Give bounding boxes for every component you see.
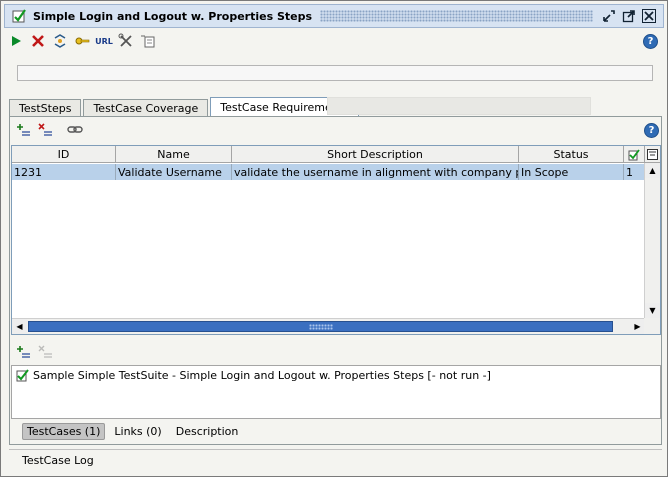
subtab-description[interactable]: Description bbox=[171, 423, 244, 440]
testcase-log-label[interactable]: TestCase Log bbox=[22, 454, 94, 467]
cell-name: Validate Username bbox=[116, 164, 232, 180]
requirements-table: ID Name Short Description Status 1231 Va… bbox=[11, 145, 661, 335]
scroll-down-icon[interactable]: ▼ bbox=[645, 303, 660, 318]
testcase-check-icon bbox=[16, 369, 29, 385]
run-icon[interactable] bbox=[7, 32, 25, 50]
column-header-short-description[interactable]: Short Description bbox=[232, 146, 519, 163]
remove-requirement-icon[interactable] bbox=[36, 121, 54, 139]
cancel-icon[interactable] bbox=[29, 32, 47, 50]
cell-short-description: validate the username in alignment with … bbox=[234, 164, 519, 180]
testcase-icon bbox=[11, 8, 27, 24]
add-requirement-icon[interactable] bbox=[14, 121, 32, 139]
subtab-links[interactable]: Links (0) bbox=[109, 423, 166, 440]
testcase-window: Simple Login and Logout w. Properties St… bbox=[0, 0, 668, 477]
table-header: ID Name Short Description Status bbox=[12, 146, 645, 163]
column-header-name[interactable]: Name bbox=[116, 146, 232, 163]
window-title: Simple Login and Logout w. Properties St… bbox=[33, 9, 313, 23]
column-header-status[interactable]: Status bbox=[519, 146, 624, 163]
tools-icon[interactable] bbox=[117, 32, 135, 50]
scroll-left-icon[interactable]: ◀ bbox=[12, 319, 27, 334]
checkmark-icon bbox=[628, 148, 640, 160]
testcase-log-bar[interactable]: TestCase Log bbox=[9, 449, 662, 471]
tab-testcase-coverage[interactable]: TestCase Coverage bbox=[83, 99, 209, 117]
subtab-testcases[interactable]: TestCases (1) bbox=[22, 422, 106, 440]
progress-bar bbox=[17, 65, 653, 81]
column-chooser-icon[interactable] bbox=[644, 146, 660, 163]
url-button[interactable]: URL bbox=[95, 32, 113, 50]
maximize-icon[interactable] bbox=[621, 8, 637, 24]
table-row[interactable]: 1231 Validate Username validate the user… bbox=[12, 164, 645, 180]
associations-toolbar bbox=[14, 343, 58, 361]
associated-testcase-list: Sample Simple TestSuite - Simple Login a… bbox=[11, 365, 661, 419]
requirements-panel: ? ID Name Short Description Status 1231 … bbox=[9, 116, 662, 445]
editor-tabs: TestSteps TestCase Coverage TestCase Req… bbox=[9, 97, 361, 117]
key-icon[interactable] bbox=[73, 32, 91, 50]
loop-icon[interactable] bbox=[51, 32, 69, 50]
column-header-check[interactable] bbox=[624, 146, 645, 163]
add-association-icon[interactable] bbox=[14, 343, 32, 361]
horizontal-scroll-thumb[interactable] bbox=[28, 321, 613, 332]
requirements-toolbar: ? bbox=[14, 121, 659, 139]
horizontal-scrollbar[interactable]: ◀ ▶ bbox=[12, 318, 645, 334]
list-item[interactable]: Sample Simple TestSuite - Simple Login a… bbox=[33, 369, 491, 382]
help-icon[interactable]: ? bbox=[643, 33, 658, 49]
scroll-up-icon[interactable]: ▲ bbox=[645, 163, 660, 178]
cell-extra: 1 bbox=[626, 165, 633, 179]
scroll-right-icon[interactable]: ▶ bbox=[630, 319, 645, 334]
tab-strip-filler bbox=[327, 97, 591, 115]
main-toolbar: URL ? bbox=[7, 31, 662, 51]
column-header-id[interactable]: ID bbox=[12, 146, 116, 163]
requirements-help-icon[interactable]: ? bbox=[644, 122, 659, 138]
close-icon[interactable] bbox=[641, 8, 657, 24]
tab-teststeps[interactable]: TestSteps bbox=[9, 99, 82, 117]
cell-status: In Scope bbox=[519, 164, 624, 180]
scroll-corner bbox=[644, 318, 660, 334]
minimize-icon[interactable] bbox=[601, 8, 617, 24]
link-icon[interactable] bbox=[66, 121, 84, 139]
options-icon[interactable] bbox=[139, 32, 157, 50]
cell-id: 1231 bbox=[12, 164, 116, 180]
vertical-scrollbar[interactable]: ▲ ▼ bbox=[644, 163, 660, 318]
remove-association-icon[interactable] bbox=[36, 343, 54, 361]
association-subtabs: TestCases (1) Links (0) Description bbox=[22, 422, 247, 440]
title-bar[interactable]: Simple Login and Logout w. Properties St… bbox=[4, 4, 664, 28]
title-bar-grip[interactable] bbox=[320, 10, 593, 22]
